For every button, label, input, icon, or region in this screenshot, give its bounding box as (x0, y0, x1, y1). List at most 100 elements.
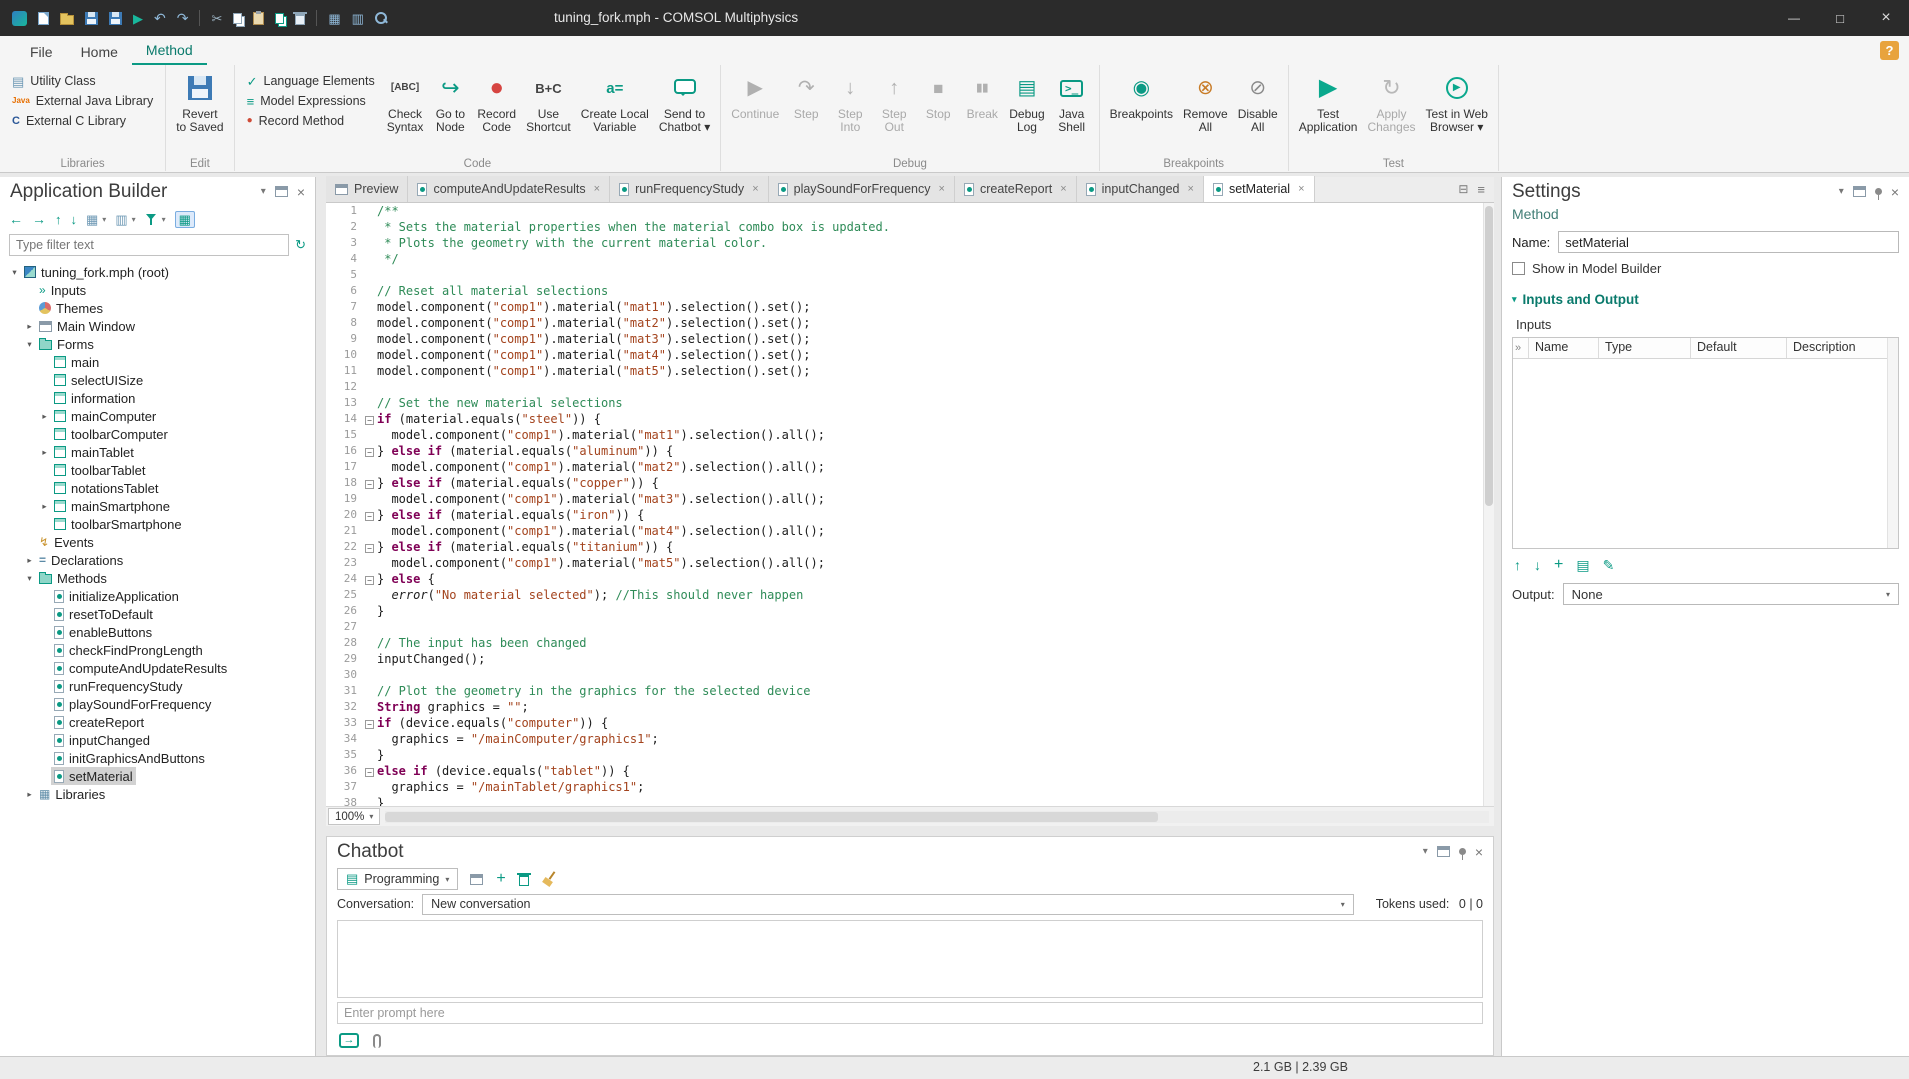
desktop-icon[interactable]: ▥ (352, 12, 364, 25)
tree-item-events[interactable]: ↯Events (0, 533, 315, 551)
test-application-button[interactable]: ▶Test Application (1294, 67, 1363, 138)
pin-icon[interactable] (1875, 188, 1882, 195)
tree-item-setmaterial[interactable]: setMaterial (0, 767, 315, 785)
fold-toggle-icon[interactable]: − (365, 416, 374, 425)
close-icon[interactable]: × (1891, 185, 1899, 199)
play-icon[interactable]: ▶ (133, 12, 143, 25)
column-header-description[interactable]: Description (1787, 338, 1895, 358)
undo-icon[interactable]: ↶ (154, 11, 166, 25)
close-icon[interactable]: × (1060, 183, 1066, 195)
editor-tab-createreport[interactable]: createReport× (955, 176, 1077, 202)
prompt-input[interactable] (344, 1006, 1476, 1020)
expand-arrow-icon[interactable]: ▾ (23, 573, 36, 584)
tree-item-toolbarsmartphone[interactable]: toolbarSmartphone (0, 515, 315, 533)
tree-item-main-window[interactable]: ▸Main Window (0, 317, 315, 335)
save-icon[interactable] (85, 12, 98, 25)
show-in-model-builder-checkbox[interactable] (1512, 262, 1525, 275)
debug-log-button[interactable]: ▤Debug Log (1004, 67, 1049, 138)
tree-item-enablebuttons[interactable]: enableButtons (0, 623, 315, 641)
create-local-variable-button[interactable]: a=Create Local Variable (576, 67, 654, 138)
close-icon[interactable]: × (1298, 183, 1304, 195)
chevron-down-icon[interactable]: ▾ (261, 187, 266, 197)
duplicate-icon[interactable] (275, 13, 284, 24)
editor-tab-runfrequencystudy[interactable]: runFrequencyStudy× (610, 176, 769, 202)
fold-toggle-icon[interactable]: − (365, 720, 374, 729)
column-header-name[interactable]: Name (1529, 338, 1599, 358)
editor-tab-setmaterial[interactable]: setMaterial× (1204, 176, 1315, 202)
help-icon[interactable]: ? (1880, 41, 1899, 60)
scrollbar-thumb[interactable] (385, 812, 1157, 822)
fold-toggle-icon[interactable]: − (365, 512, 374, 521)
zoom-extents-icon[interactable] (375, 12, 388, 25)
comsol-logo-icon[interactable] (12, 11, 27, 26)
go-to-node-button[interactable]: ↪Go to Node (428, 67, 472, 138)
tree-item-themes[interactable]: Themes (0, 299, 315, 317)
expand-arrow-icon[interactable]: ▸ (23, 321, 36, 332)
editor-tab-preview[interactable]: Preview (326, 176, 408, 202)
send-to-chatbot-button[interactable]: Send to Chatbot ▾ (654, 67, 715, 138)
send-icon[interactable]: → (339, 1033, 359, 1048)
horizontal-scrollbar[interactable] (385, 811, 1489, 823)
step-out-button[interactable]: ↑Step Out (872, 67, 916, 138)
new-file-icon[interactable] (38, 12, 49, 25)
record-code-button[interactable]: ●Record Code (472, 67, 521, 138)
tree-item-resettodefault[interactable]: resetToDefault (0, 605, 315, 623)
test-in-web-browser-button[interactable]: ▶Test in Web Browser ▾ (1421, 67, 1493, 138)
toggle-grid-icon[interactable]: ▦ (175, 211, 195, 228)
close-window-button[interactable]: × (1863, 0, 1909, 36)
tree-item-toolbarcomputer[interactable]: toolbarComputer (0, 425, 315, 443)
tree-item-computeandupdateresults[interactable]: computeAndUpdateResults (0, 659, 315, 677)
editor-tab-inputchanged[interactable]: inputChanged× (1077, 176, 1204, 202)
remove-all-button[interactable]: ⊗Remove All (1178, 67, 1233, 138)
tree-item-declarations[interactable]: ▸=Declarations (0, 551, 315, 569)
tree-item-notationstablet[interactable]: notationsTablet (0, 479, 315, 497)
close-icon[interactable]: × (939, 183, 945, 195)
language-elements-button[interactable]: ✓Language Elements (243, 73, 379, 89)
save-as-icon[interactable] (109, 12, 122, 25)
cut-icon[interactable]: ✂ (211, 12, 222, 25)
chatbot-mode-dropdown[interactable]: ▤ Programming ▾ (337, 868, 458, 890)
chevron-down-icon[interactable]: ▾ (1423, 847, 1428, 857)
paste-icon[interactable] (253, 12, 264, 25)
forward-icon[interactable]: → (32, 212, 46, 226)
fold-toggle-icon[interactable]: − (365, 448, 374, 457)
minimize-editor-icon[interactable]: ⊟ (1458, 183, 1468, 195)
model-expressions-button[interactable]: ≡Model Expressions (243, 93, 379, 109)
tree-item-tuning-fork-mph-root[interactable]: ▾tuning_fork.mph (root) (0, 263, 315, 281)
ribbon-tab-home[interactable]: Home (67, 39, 132, 65)
tab-list-icon[interactable]: ≡ (1477, 183, 1485, 196)
open-in-window-icon[interactable] (470, 874, 483, 885)
move-down-icon[interactable]: ↓ (1534, 558, 1541, 572)
tree-item-maincomputer[interactable]: ▸mainComputer (0, 407, 315, 425)
tree-item-runfrequencystudy[interactable]: runFrequencyStudy (0, 677, 315, 695)
close-icon[interactable]: × (297, 185, 305, 199)
tree-item-methods[interactable]: ▾Methods (0, 569, 315, 587)
close-icon[interactable]: × (752, 183, 758, 195)
expand-arrow-icon[interactable]: ▸ (38, 501, 51, 512)
fold-toggle-icon[interactable]: − (365, 480, 374, 489)
edit-icon[interactable]: ✎ (1603, 558, 1615, 572)
tree-item-inputchanged[interactable]: inputChanged (0, 731, 315, 749)
vertical-scrollbar[interactable] (1483, 203, 1494, 806)
add-icon[interactable]: + (496, 871, 505, 887)
float-icon[interactable] (1437, 846, 1450, 857)
dropdown-arrow-icon[interactable]: ▾ (162, 215, 166, 224)
editor-tab-playsoundforfrequency[interactable]: playSoundForFrequency× (769, 176, 955, 202)
move-up-icon[interactable]: ↑ (1514, 558, 1521, 572)
pin-icon[interactable] (1459, 848, 1466, 855)
scrollbar-thumb[interactable] (1485, 206, 1493, 506)
expand-arrow-icon[interactable]: ▸ (23, 789, 36, 800)
inputs-table[interactable]: »NameTypeDefaultDescriptionUn (1512, 337, 1899, 549)
tree-item-initgraphicsandbuttons[interactable]: initGraphicsAndButtons (0, 749, 315, 767)
continue-button[interactable]: ▶Continue (726, 67, 784, 125)
tree-item-main[interactable]: main (0, 353, 315, 371)
conversation-dropdown[interactable]: New conversation ▾ (422, 894, 1354, 915)
step-button[interactable]: ↷Step (784, 67, 828, 125)
minimize-button[interactable]: — (1771, 0, 1817, 36)
close-icon[interactable]: × (1188, 183, 1194, 195)
tree-item-information[interactable]: information (0, 389, 315, 407)
use-shortcut-button[interactable]: B+CUse Shortcut (521, 67, 576, 138)
tree-item-mainsmartphone[interactable]: ▸mainSmartphone (0, 497, 315, 515)
record-method-button[interactable]: ●Record Method (243, 113, 379, 129)
tree-item-inputs[interactable]: »Inputs (0, 281, 315, 299)
